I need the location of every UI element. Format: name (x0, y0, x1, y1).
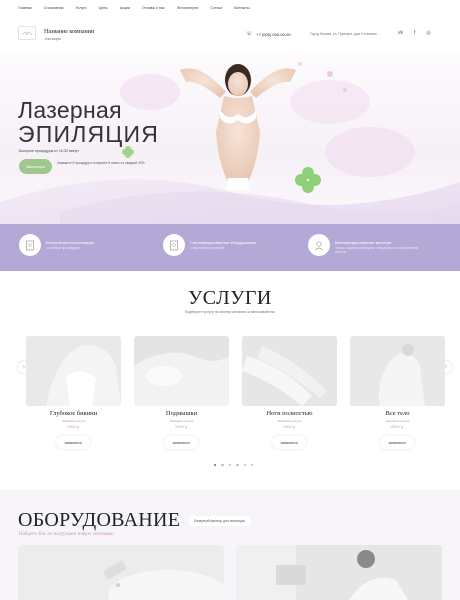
hero-subtitle: Быстрые процедуры от 10-30 минут (19, 149, 79, 153)
service-name: Подмышки (165, 410, 198, 417)
service-description: Описание услуги (61, 419, 86, 423)
service-name: Все тело (385, 410, 410, 417)
service-price: 2500 р. (390, 424, 405, 429)
company-name: Название компании (44, 29, 95, 35)
top-nav: Главная О компании Услуги Цены Акции Отзывы о… (0, 0, 460, 16)
feature-consultation: Бесплатная консультация по любым процеду… (19, 234, 138, 256)
service-photo (242, 336, 337, 406)
carousel-dot[interactable] (228, 464, 232, 467)
certificate-icon (163, 234, 185, 256)
nav-item[interactable]: О компании (44, 6, 64, 10)
carousel-dots (214, 464, 254, 467)
book-button[interactable]: Записаться (19, 159, 52, 174)
facebook-icon[interactable]: f (414, 30, 415, 36)
hero-promo: Закажите 5 процедур и получите 6 сеанс с… (57, 161, 145, 165)
service-book-button[interactable]: записаться (164, 436, 198, 449)
service-book-button[interactable]: записаться (380, 436, 414, 449)
nav-item[interactable]: Контакты (234, 6, 250, 10)
carousel-dot[interactable] (243, 464, 246, 467)
service-price: 1900 р. (174, 424, 189, 429)
feature-subtitle: с гарантией результата (190, 246, 225, 250)
service-name: Глубокое бикини (49, 410, 98, 417)
nav-item[interactable]: Отзывы о нас (142, 6, 165, 10)
nav-item[interactable]: Фотогалерея (177, 6, 199, 10)
hero-title-line2: ЭПИЛЯЦИЯ (18, 121, 160, 147)
carousel-dot[interactable] (221, 464, 224, 467)
feature-title: Сертифицированное оборудование (190, 240, 257, 245)
service-price: 1900 р. (66, 424, 81, 429)
service-description: Описание услуги (277, 419, 302, 423)
nav-item[interactable]: Услуги (76, 6, 87, 10)
service-price: 1900 р. (282, 424, 297, 429)
feature-subtitle: по любым процедурам (46, 246, 80, 250)
feature-title: Бесплатная консультация (46, 240, 94, 245)
service-name: Ноги полностью (266, 410, 313, 417)
services-subtitle: Подберите услугу по своему желанию и зап… (184, 310, 276, 314)
carousel-dot[interactable] (250, 464, 254, 467)
service-card-armpits[interactable] (134, 336, 229, 406)
master-icon (308, 234, 330, 256)
vk-icon[interactable]: vk (398, 30, 403, 36)
service-photo (350, 336, 445, 406)
logo-icon (21, 31, 33, 36)
instagram-icon[interactable]: ◎ (426, 30, 430, 36)
feature-title: Квалифицированные мастера (335, 240, 392, 245)
service-photo (26, 336, 121, 406)
feature-masters: Квалифицированные мастера Только професс… (308, 234, 427, 256)
hero-title-line1: Лазерная (18, 97, 122, 123)
service-description: Описание услуги (385, 419, 410, 423)
service-card-legs[interactable] (242, 336, 337, 406)
feature-equipment: Сертифицированное оборудование с гаранти… (163, 234, 282, 256)
logo[interactable] (18, 26, 36, 40)
nav-item[interactable]: Статьи (210, 6, 222, 10)
equipment-photo-1 (18, 545, 224, 600)
address: Город Москва, ул. Примера, дом 0 в вашем… (310, 32, 381, 36)
carousel-dot[interactable] (236, 464, 239, 467)
nav-item[interactable]: Акции (120, 6, 130, 10)
feature-subtitle: Только профессиональные специалисты с мн… (335, 246, 419, 254)
header-icons: vk f ◎ (398, 30, 431, 36)
equipment-title: ОБОРУДОВАНИЕ (18, 509, 181, 531)
nav-item[interactable]: Главная (18, 6, 32, 10)
nav-item[interactable]: Цены (99, 6, 108, 10)
phone[interactable]: ☏ +7 (000) 000-00-00 (246, 31, 291, 37)
equipment-photo-2 (236, 545, 442, 600)
service-book-button[interactable]: записаться (272, 436, 306, 449)
company-subtitle: Эпиляция (44, 37, 61, 41)
document-icon (19, 234, 41, 256)
carousel-dot[interactable] (214, 464, 217, 467)
service-card-full-body[interactable] (350, 336, 445, 406)
phone-icon: ☏ (246, 31, 253, 37)
phone-number: +7 (000) 000-00-00 (256, 31, 291, 37)
service-photo (134, 336, 229, 406)
service-card-bikini[interactable] (26, 336, 121, 406)
services-title: УСЛУГИ (188, 287, 272, 309)
equipment-note: Лазерный фильтр для эпиляции (189, 516, 250, 526)
service-description: Описание услуги (169, 419, 194, 423)
service-book-button[interactable]: записаться (56, 436, 90, 449)
equipment-link[interactable]: Найдите Вас не нагружаем новую эпиляцию (19, 532, 114, 537)
